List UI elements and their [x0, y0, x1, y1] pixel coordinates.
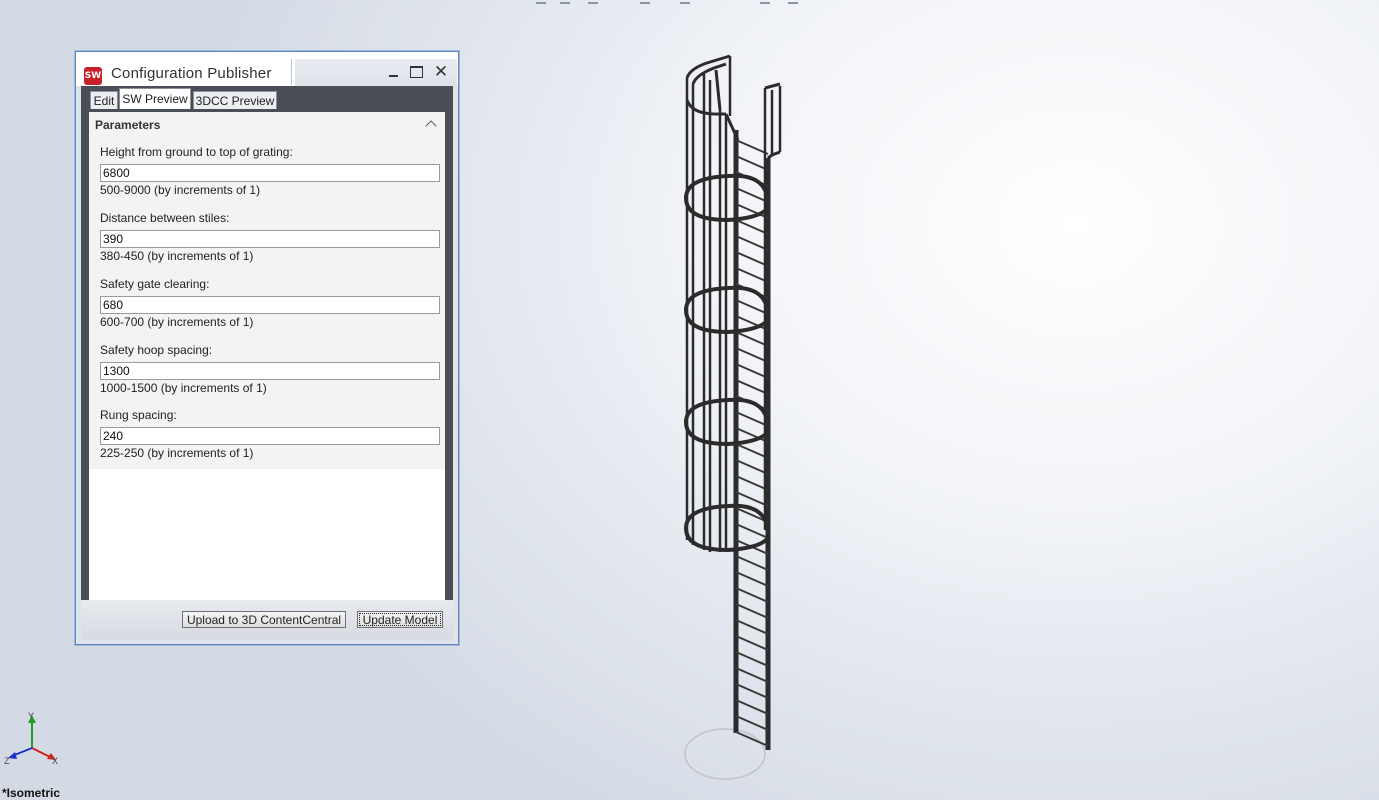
graphics-viewport[interactable] — [620, 40, 820, 790]
ladder-rung — [735, 699, 769, 715]
upload-button[interactable]: Upload to 3D ContentCentral — [182, 611, 346, 628]
sw-preview-panel: Parameters Height from ground to top of … — [89, 112, 445, 600]
triad-x-label: X — [52, 756, 58, 766]
tab-strip: Edit SW Preview 3DCC Preview — [81, 86, 453, 111]
ladder-rung — [735, 635, 769, 651]
field-hint: 500-9000 (by increments of 1) — [100, 183, 261, 197]
gate-clearing-input[interactable] — [100, 296, 440, 314]
ladder-rung — [735, 651, 769, 667]
field-stile-distance: Distance between stiles: 380-450 (by inc… — [100, 211, 440, 264]
rung-spacing-input[interactable] — [100, 427, 440, 445]
view-name-label: *Isometric — [2, 786, 61, 800]
ladder-rung — [735, 155, 769, 171]
ladder-rung — [735, 459, 769, 475]
ladder-rung — [735, 491, 769, 507]
ladder-rung — [735, 267, 769, 283]
close-icon[interactable]: ✕ — [433, 64, 449, 81]
ladder-rung — [735, 251, 769, 267]
ladder-rung — [735, 619, 769, 635]
tab-3dcc-preview[interactable]: 3DCC Preview — [193, 91, 277, 111]
tab-sw-preview[interactable]: SW Preview — [119, 88, 191, 111]
ground-shadow — [684, 728, 766, 780]
maximize-icon[interactable] — [409, 64, 425, 80]
ladder-rung — [735, 731, 769, 747]
ladder-rung — [735, 587, 769, 603]
field-label: Distance between stiles: — [100, 211, 230, 225]
field-hint: 1000-1500 (by increments of 1) — [100, 381, 267, 395]
ladder-rung — [735, 235, 769, 251]
ladder-rung — [735, 555, 769, 571]
ladder-rung — [735, 603, 769, 619]
field-hint: 600-700 (by increments of 1) — [100, 315, 254, 329]
minimize-icon[interactable] — [386, 64, 402, 80]
update-model-button[interactable]: Update Model — [357, 611, 443, 628]
ladder-model — [683, 54, 782, 780]
field-label: Height from ground to top of grating: — [100, 145, 293, 159]
tab-edit[interactable]: Edit — [90, 91, 118, 111]
panel-frame: Parameters Height from ground to top of … — [81, 109, 453, 600]
configuration-publisher-dialog: SW Configuration Publisher ✕ Edit SW Pre… — [75, 51, 459, 645]
ladder-rung — [735, 523, 769, 539]
parameters-header: Parameters — [95, 118, 161, 132]
field-hint: 380-450 (by increments of 1) — [100, 249, 254, 263]
field-rung-spacing: Rung spacing: 225-250 (by increments of … — [100, 408, 440, 461]
ladder-rung — [735, 571, 769, 587]
view-orientation-triad[interactable]: Y X Z — [0, 710, 70, 770]
window-title: Configuration Publisher — [111, 65, 272, 82]
hoop-spacing-input[interactable] — [100, 362, 440, 380]
solidworks-app-icon: SW — [84, 67, 102, 85]
ladder-rung — [735, 379, 769, 395]
triad-z-label: Z — [4, 756, 10, 766]
stile-distance-input[interactable] — [100, 230, 440, 248]
field-label: Rung spacing: — [100, 408, 177, 422]
ladder-rung — [735, 667, 769, 683]
ladder-rung — [735, 331, 769, 347]
ladder-rung — [735, 363, 769, 379]
height-input[interactable] — [100, 164, 440, 182]
field-gate-clearing: Safety gate clearing: 600-700 (by increm… — [100, 277, 440, 330]
ladder-rung — [735, 715, 769, 731]
field-height: Height from ground to top of grating: 50… — [100, 145, 440, 198]
ladder-rung — [735, 475, 769, 491]
toolbar-remnant — [530, 0, 810, 4]
parameters-section: Parameters Height from ground to top of … — [89, 112, 445, 469]
ladder-rung — [735, 347, 769, 363]
field-label: Safety hoop spacing: — [100, 343, 213, 357]
collapse-chevron-up-icon[interactable] — [425, 120, 437, 132]
triad-y-label: Y — [28, 711, 34, 721]
ladder-rung — [735, 683, 769, 699]
field-label: Safety gate clearing: — [100, 277, 210, 291]
dialog-footer: Upload to 3D ContentCentral Update Model — [81, 600, 453, 640]
ladder-rung — [735, 219, 769, 235]
ladder-rung — [735, 443, 769, 459]
title-bar[interactable]: SW Configuration Publisher ✕ — [76, 52, 458, 86]
ladder-rung — [735, 139, 769, 155]
field-hint: 225-250 (by increments of 1) — [100, 446, 254, 460]
field-hoop-spacing: Safety hoop spacing: 1000-1500 (by incre… — [100, 343, 440, 396]
